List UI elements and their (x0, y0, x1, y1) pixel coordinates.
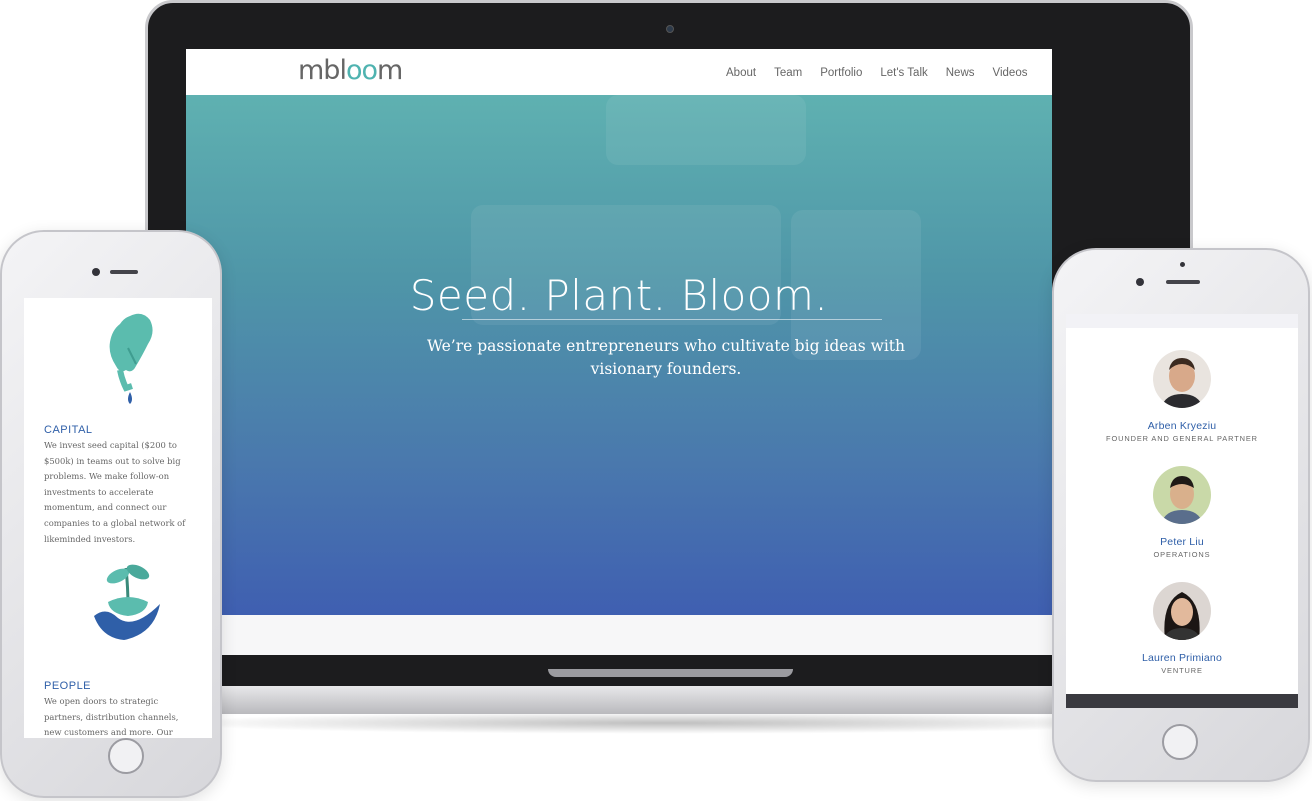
avatar-arben-kryeziu[interactable] (1153, 350, 1211, 408)
nav-link-lets-talk[interactable]: Let's Talk (880, 67, 927, 79)
site-header: mbloom About Team Portfolio Let's Talk N… (186, 49, 1052, 95)
front-camera-icon (92, 268, 100, 276)
team-member-name: Lauren Primiano (1141, 652, 1223, 664)
laptop-device: mbloom About Team Portfolio Let's Talk N… (145, 0, 1193, 690)
mbloom-logo[interactable]: mbloom (298, 55, 403, 86)
laptop-screen: mbloom About Team Portfolio Let's Talk N… (186, 49, 1052, 655)
capital-heading: CAPITAL (44, 424, 93, 436)
team-member-name: Arben Kryeziu (1147, 420, 1217, 432)
bottom-bar (1066, 694, 1298, 708)
right-phone-screen: Arben Kryeziu FOUNDER AND GENERAL PARTNE… (1066, 314, 1298, 708)
nav-link-news[interactable]: News (946, 67, 975, 79)
hero-subtitle: We’re passionate entrepreneurs who culti… (426, 337, 906, 378)
front-camera-icon (1136, 278, 1144, 286)
home-button[interactable] (1162, 724, 1198, 760)
speaker-grille (110, 270, 138, 274)
team-member-role: VENTURE (1161, 666, 1203, 675)
laptop-notch (548, 669, 793, 677)
capital-description: We invest seed capital ($200 to $500k) i… (44, 440, 186, 544)
team-member-role: OPERATIONS (1153, 550, 1211, 559)
nav-link-portfolio[interactable]: Portfolio (820, 67, 862, 79)
right-phone-device: Arben Kryeziu FOUNDER AND GENERAL PARTNE… (1052, 248, 1310, 782)
laptop-camera-icon (666, 25, 674, 33)
nav-link-about[interactable]: About (726, 67, 756, 79)
hero-background-monitor (606, 95, 806, 165)
hand-holding-sprout-icon (94, 564, 160, 640)
team-member-name: Peter Liu (1160, 536, 1204, 548)
left-phone-device: CAPITAL We invest seed capital ($200 to … (0, 230, 222, 798)
below-hero-strip (186, 615, 1052, 655)
hero-title-underline (462, 319, 882, 320)
nav-link-videos[interactable]: Videos (993, 67, 1028, 79)
nav-link-team[interactable]: Team (774, 67, 802, 79)
left-phone-screen: CAPITAL We invest seed capital ($200 to … (24, 298, 212, 738)
laptop-shadow (160, 712, 1170, 734)
proximity-sensor-icon (1180, 262, 1185, 267)
avatar-peter-liu[interactable] (1153, 466, 1211, 524)
people-heading: PEOPLE (44, 680, 92, 692)
hero-title: Seed. Plant. Bloom. (409, 271, 829, 320)
home-button[interactable] (108, 738, 144, 774)
hand-dropping-seed-icon (109, 313, 153, 404)
hero-section: Seed. Plant. Bloom. We’re passionate ent… (186, 95, 1052, 615)
main-nav: About Team Portfolio Let's Talk News Vid… (726, 67, 1027, 79)
avatar-lauren-primiano[interactable] (1153, 582, 1211, 640)
speaker-grille (1166, 280, 1200, 284)
people-description: We open doors to strategic partners, dis… (44, 696, 179, 738)
team-member-role: FOUNDER AND GENERAL PARTNER (1106, 434, 1258, 443)
status-bar (1066, 314, 1298, 328)
